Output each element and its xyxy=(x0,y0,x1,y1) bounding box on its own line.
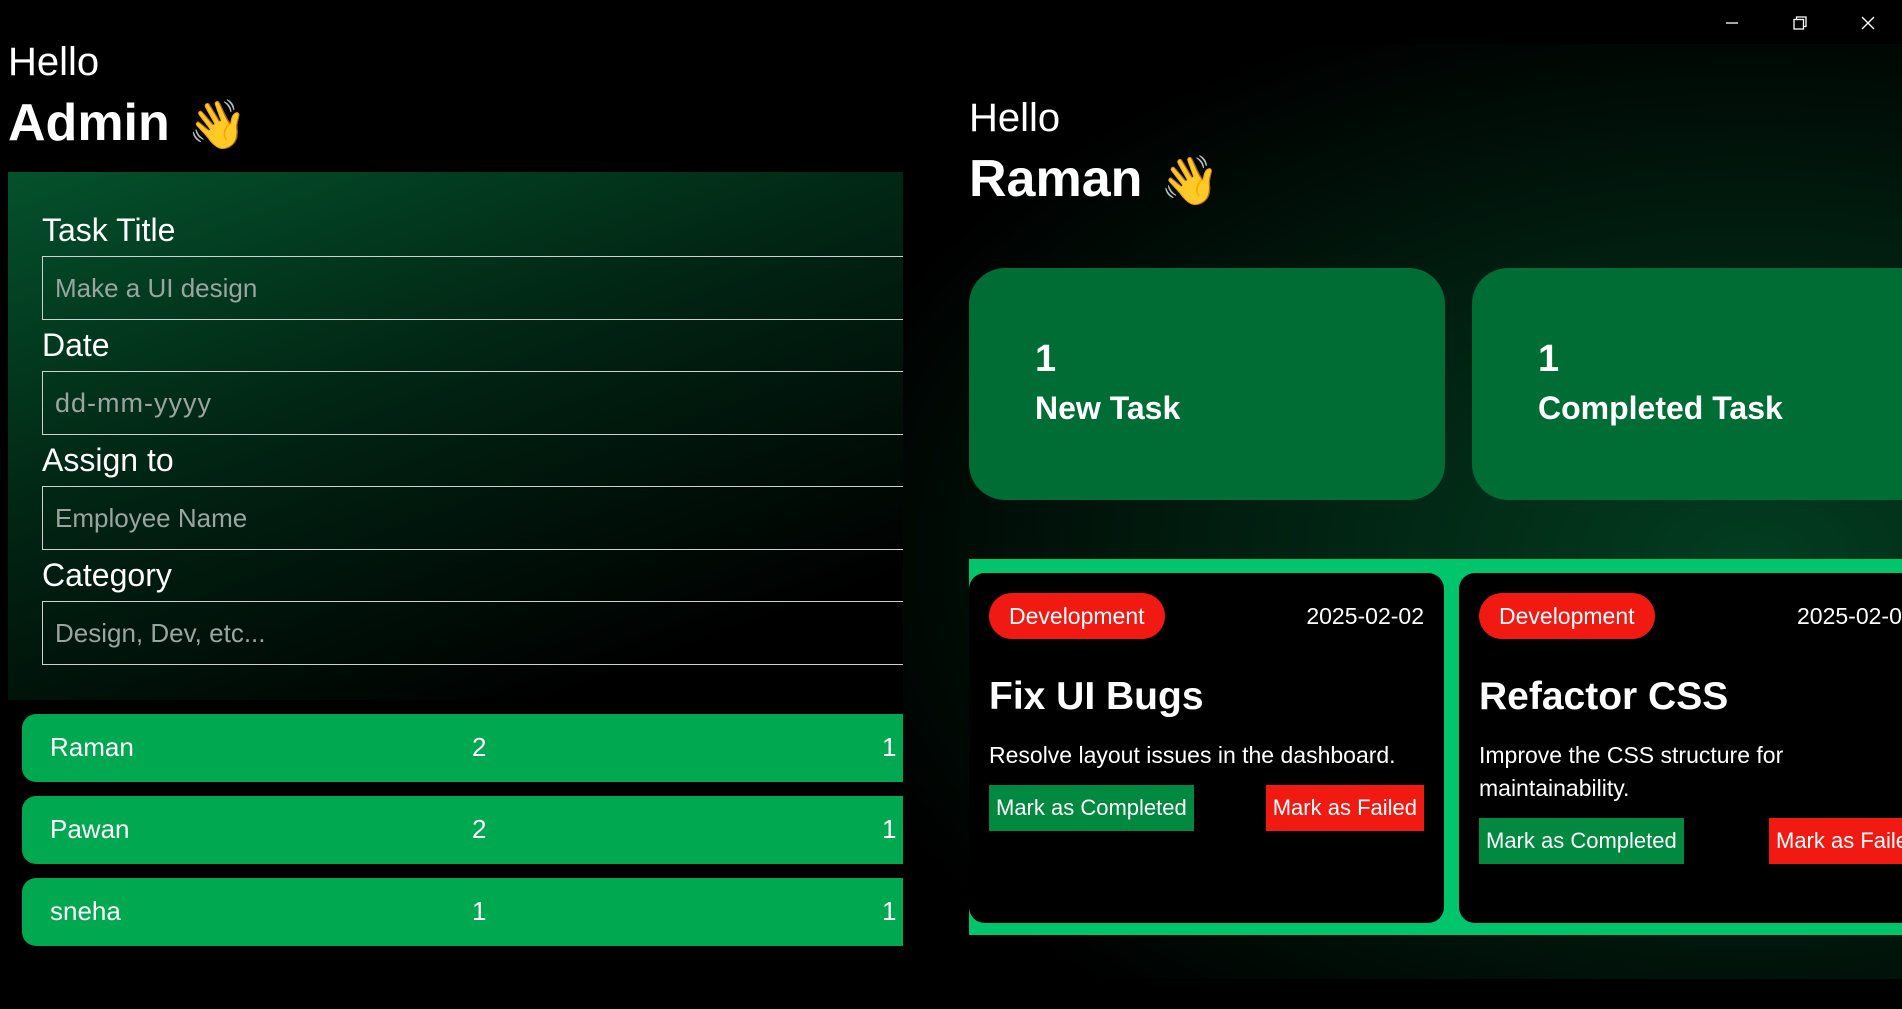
wave-icon: 👋 xyxy=(1160,155,1221,209)
task-date: 2025-02-02 xyxy=(1797,603,1902,629)
admin-dashboard: Hello Admin 👋 Task Title Date Assign to C… xyxy=(0,0,903,1009)
restore-button[interactable] xyxy=(1766,0,1834,46)
category-label: Category xyxy=(42,557,172,593)
employee-count: 1 xyxy=(882,732,897,762)
task-description: Improve the CSS structure for maintainab… xyxy=(1479,742,1784,801)
mark-failed-button[interactable]: Mark as Failed xyxy=(1265,785,1424,831)
category-badge: Development xyxy=(989,593,1165,639)
category-badge: Development xyxy=(1479,593,1655,639)
assign-to-label: Assign to xyxy=(42,442,174,478)
admin-greeting-name: Admin 👋 xyxy=(8,92,248,157)
assign-to-input[interactable] xyxy=(42,486,903,550)
task-title-input[interactable] xyxy=(42,256,903,320)
task-date: 2025-02-02 xyxy=(1306,603,1424,629)
employee-count: 2 xyxy=(472,732,487,762)
minimize-button[interactable] xyxy=(1698,0,1766,46)
employee-count: 2 xyxy=(472,814,487,844)
employee-count: 1 xyxy=(472,896,487,926)
employee-row: Pawan 2 1 xyxy=(22,796,903,864)
minimize-icon xyxy=(1726,22,1738,24)
employee-count: 1 xyxy=(882,896,897,926)
restore-icon xyxy=(1793,16,1807,30)
admin-name: Admin xyxy=(8,94,170,152)
task-card: Development 2025-02-02 Refactor CSS Impr… xyxy=(1459,573,1902,923)
task-title: Fix UI Bugs xyxy=(989,675,1204,718)
close-icon xyxy=(1861,16,1875,30)
admin-greeting-hello: Hello xyxy=(8,40,100,84)
mark-completed-button[interactable]: Mark as Completed xyxy=(1479,818,1684,864)
employee-row: Raman 2 1 xyxy=(22,714,903,782)
employee-dashboard: Hello Raman 👋 1 New Task 1 Completed Task… xyxy=(903,44,1902,979)
wave-icon: 👋 xyxy=(187,99,248,153)
stat-label: New Task xyxy=(1035,390,1181,426)
employee-count: 1 xyxy=(882,814,897,844)
employee-greeting-hello: Hello xyxy=(969,96,1061,140)
date-input[interactable] xyxy=(42,371,903,435)
mark-completed-button[interactable]: Mark as Completed xyxy=(989,785,1194,831)
stat-count: 1 xyxy=(1035,338,1057,380)
date-label: Date xyxy=(42,327,110,363)
employee-name: Raman xyxy=(50,732,134,762)
task-title-label: Task Title xyxy=(42,212,176,248)
create-task-form: Task Title Date Assign to Category xyxy=(8,172,903,700)
employee-username: Raman xyxy=(969,150,1143,208)
employee-row: sneha 1 1 xyxy=(22,878,903,946)
task-card: Development 2025-02-02 Fix UI Bugs Resol… xyxy=(969,573,1444,923)
employee-greeting-name: Raman 👋 xyxy=(969,148,1220,213)
employee-name: Pawan xyxy=(50,814,130,844)
stat-card-completed-task: 1 Completed Task xyxy=(1472,268,1902,500)
employee-name: sneha xyxy=(50,896,121,926)
task-description: Resolve layout issues in the dashboard. xyxy=(989,742,1396,768)
stat-card-new-task: 1 New Task xyxy=(969,268,1445,500)
task-list: Development 2025-02-02 Fix UI Bugs Resol… xyxy=(969,559,1902,935)
close-button[interactable] xyxy=(1834,0,1902,46)
task-title: Refactor CSS xyxy=(1479,675,1729,718)
window-controls xyxy=(1698,0,1902,46)
mark-failed-button[interactable]: Mark as Failed xyxy=(1769,818,1902,864)
stat-count: 1 xyxy=(1538,338,1560,380)
category-input[interactable] xyxy=(42,601,903,665)
employee-summary-list: Raman 2 1 Pawan 2 1 sneha 1 1 xyxy=(8,700,903,980)
stat-label: Completed Task xyxy=(1538,390,1783,426)
